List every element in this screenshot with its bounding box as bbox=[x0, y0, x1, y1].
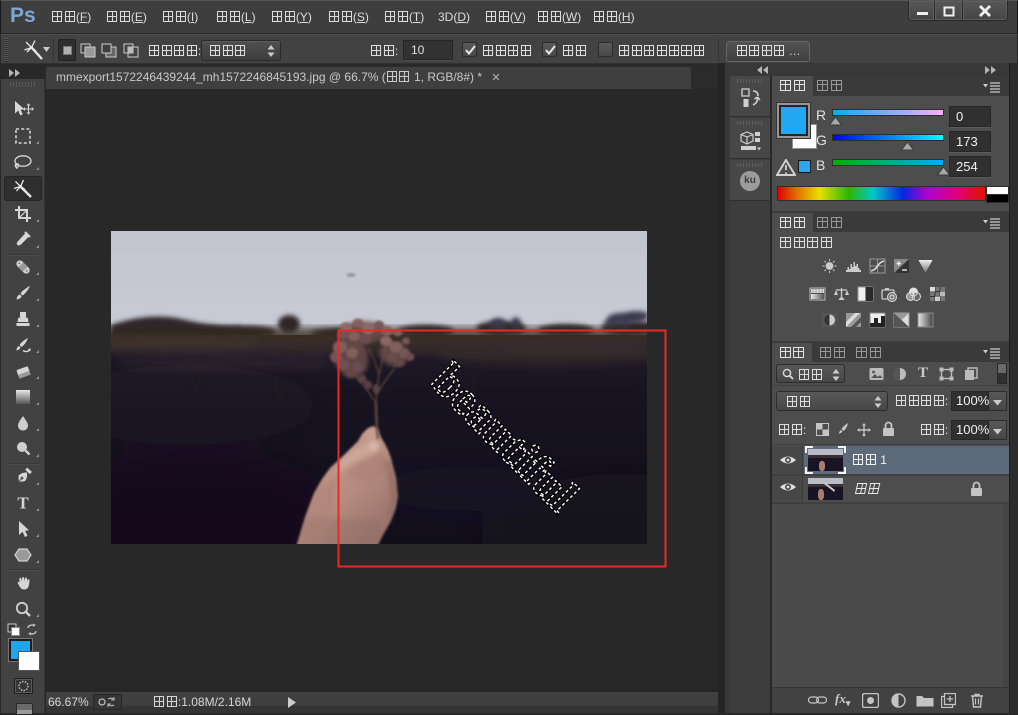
svg-text:T: T bbox=[17, 494, 29, 512]
